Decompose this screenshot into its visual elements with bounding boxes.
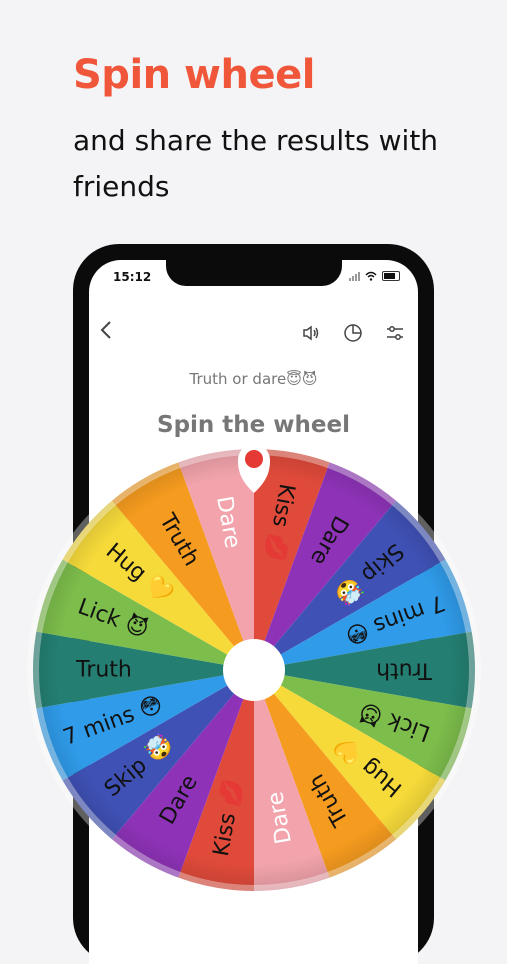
spin-center-button[interactable] — [223, 639, 285, 701]
spin-wheel[interactable]: Kiss 💋DareSkip 🤯7 mins 😳TruthLick 😈Hug 💛… — [0, 0, 507, 900]
